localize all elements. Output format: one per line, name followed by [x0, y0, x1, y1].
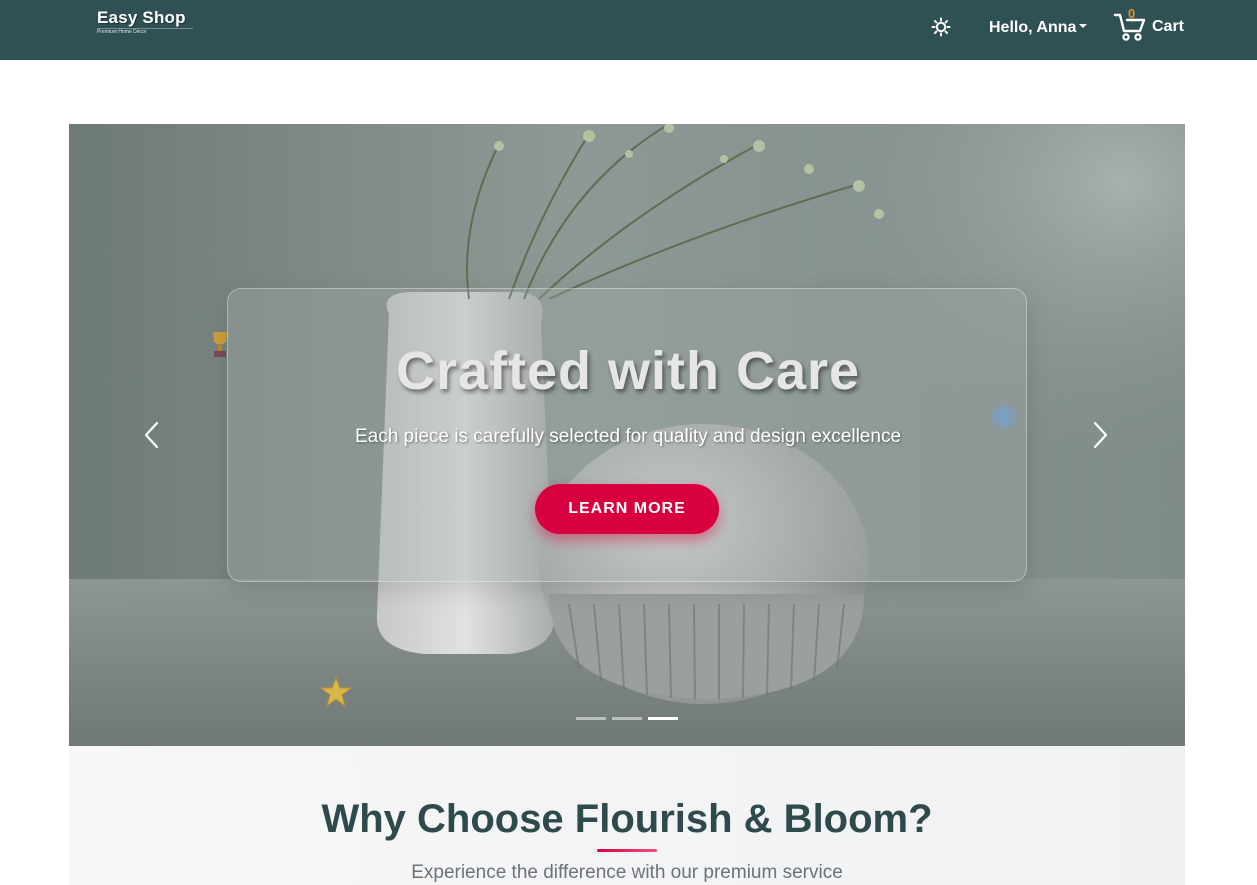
- carousel-indicator[interactable]: [576, 717, 606, 720]
- hero-title: Crafted with Care: [395, 341, 861, 401]
- title-underline: [597, 849, 657, 852]
- navbar: Easy Shop Premium Home Décor Hello, Anna: [0, 0, 1257, 60]
- sun-icon: [931, 17, 951, 37]
- theme-toggle-button[interactable]: [930, 16, 952, 38]
- caret-down-icon: [1079, 24, 1088, 29]
- chevron-right-icon: [1093, 421, 1108, 449]
- star-icon: [319, 676, 353, 708]
- learn-more-button[interactable]: LEARN MORE: [535, 484, 719, 534]
- carousel-indicator[interactable]: [612, 717, 642, 720]
- brand-logo[interactable]: Easy Shop Premium Home Décor: [97, 8, 193, 36]
- hero-carousel: Crafted with Care Each piece is carefull…: [69, 124, 1185, 746]
- section-title: Why Choose Flourish & Bloom?: [321, 797, 933, 841]
- user-greeting: Hello, Anna: [989, 19, 1077, 36]
- chevron-left-icon: [144, 421, 159, 449]
- brand-divider: [97, 28, 193, 29]
- hero-subtitle: Each piece is carefully selected for qua…: [354, 426, 902, 447]
- brand-tagline: Premium Home Décor: [97, 29, 147, 35]
- carousel-next-button[interactable]: [1085, 420, 1115, 450]
- cart-button[interactable]: 0 Cart: [1113, 6, 1193, 44]
- hero-caption-card: Crafted with Care Each piece is carefull…: [227, 288, 1027, 582]
- carousel-prev-button[interactable]: [137, 420, 167, 450]
- cart-count-badge: 0: [1128, 6, 1136, 21]
- section-subtitle: Experience the difference with our premi…: [411, 862, 843, 883]
- cart-label: Cart: [1152, 18, 1185, 35]
- brand-name: Easy Shop: [97, 8, 186, 27]
- carousel-indicator[interactable]: [648, 717, 678, 720]
- user-menu-dropdown[interactable]: Hello, Anna: [989, 18, 1088, 38]
- why-choose-section: Why Choose Flourish & Bloom? Experience …: [69, 746, 1185, 885]
